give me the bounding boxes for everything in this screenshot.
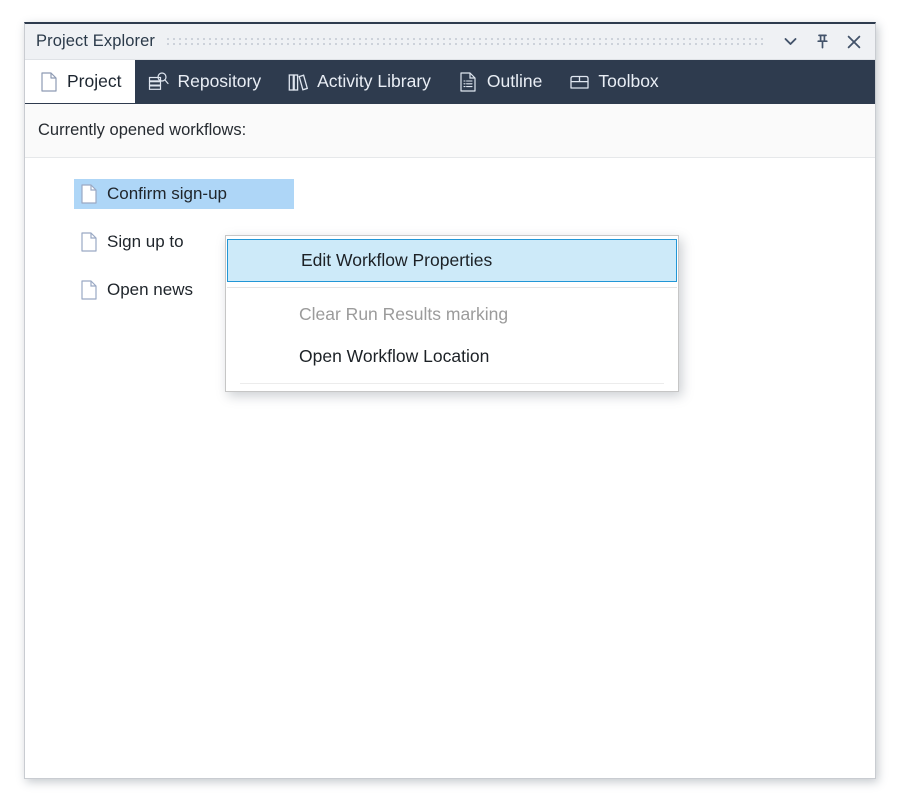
menu-item-open-workflow-location[interactable]: Open Workflow Location [226, 335, 678, 377]
list-header-label: Currently opened workflows: [38, 121, 246, 140]
tab-label: Project [67, 71, 121, 92]
menu-item-label: Clear Run Results marking [299, 304, 508, 325]
tab-strip-filler [673, 60, 875, 103]
list-item-label: Sign up to [107, 232, 184, 252]
workflow-list: Confirm sign-up Sign up to [25, 158, 875, 777]
list-item-label: Confirm sign-up [107, 184, 227, 204]
project-explorer-window: Project Explorer [24, 22, 876, 779]
list-header: Currently opened workflows: [25, 104, 875, 158]
menu-item-label: Edit Workflow Properties [301, 250, 492, 271]
repository-icon [148, 70, 169, 94]
tab-project[interactable]: Project [25, 60, 135, 103]
toolbox-icon [569, 70, 590, 94]
list-item[interactable]: Confirm sign-up [74, 179, 294, 209]
tab-label: Activity Library [317, 71, 431, 92]
titlebar-drag-grip[interactable] [167, 36, 763, 48]
menu-item-edit-workflow-properties[interactable]: Edit Workflow Properties [227, 239, 677, 282]
file-icon [81, 231, 98, 253]
tab-label: Repository [177, 71, 261, 92]
window-title: Project Explorer [36, 32, 155, 51]
outline-document-icon [458, 70, 479, 94]
tab-repository[interactable]: Repository [135, 60, 275, 103]
list-item-label: Open news [107, 280, 193, 300]
tab-strip: Project Repository [25, 60, 875, 104]
window-titlebar: Project Explorer [25, 24, 875, 60]
close-icon[interactable] [839, 28, 869, 56]
file-icon [81, 279, 98, 301]
tab-activity-library[interactable]: Activity Library [275, 60, 445, 103]
menu-item-label: Open Workflow Location [299, 346, 489, 367]
books-icon [288, 70, 309, 94]
context-menu: Edit Workflow Properties Clear Run Resul… [225, 235, 679, 392]
menu-separator [227, 287, 677, 288]
menu-bottom-separator [240, 383, 664, 384]
screen: Project Explorer [0, 0, 900, 802]
menu-item-clear-run-results-marking[interactable]: Clear Run Results marking [226, 293, 678, 335]
tab-toolbox[interactable]: Toolbox [556, 60, 672, 103]
pin-icon[interactable] [807, 28, 837, 56]
tab-outline[interactable]: Outline [445, 60, 556, 103]
titlebar-buttons [775, 28, 869, 56]
file-icon [81, 183, 98, 205]
chevron-down-icon[interactable] [775, 28, 805, 56]
document-icon [38, 70, 59, 94]
tab-label: Outline [487, 71, 542, 92]
tab-label: Toolbox [598, 71, 658, 92]
